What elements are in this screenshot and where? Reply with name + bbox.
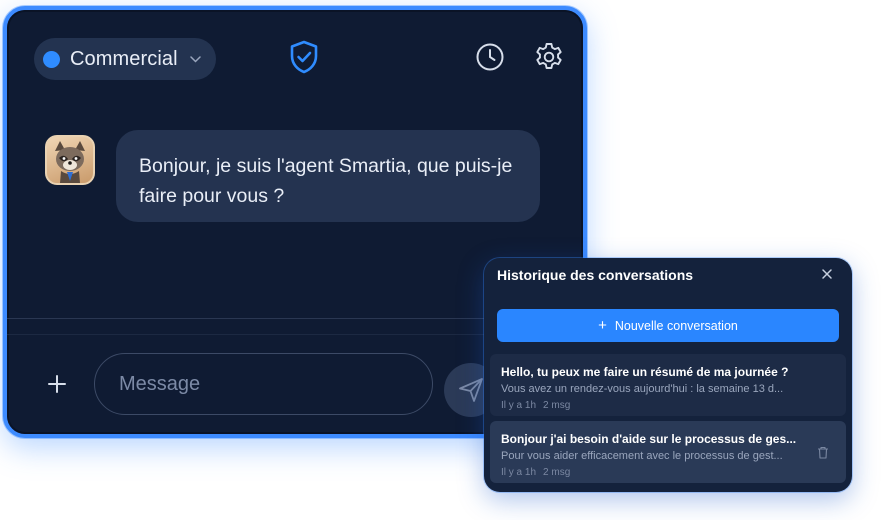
conversation-time: Il y a 1h <box>501 467 537 478</box>
conversation-count: 2 msg <box>543 467 571 478</box>
close-icon[interactable] <box>820 267 834 281</box>
agent-status-dot <box>43 50 60 68</box>
agent-selector[interactable]: Commercial <box>34 38 216 80</box>
conversation-preview: Pour vous aider efficacement avec le pro… <box>501 450 783 462</box>
message-input[interactable] <box>94 353 433 415</box>
agent-avatar <box>45 135 95 185</box>
new-conversation-button[interactable]: + Nouvelle conversation <box>497 309 839 342</box>
history-title: Historique des conversations <box>497 267 694 283</box>
agent-name: Commercial <box>70 47 178 70</box>
conversation-time: Il y a 1h <box>501 400 537 411</box>
plus-icon[interactable] <box>45 372 69 396</box>
shield-check-icon <box>290 40 318 74</box>
plus-icon: + <box>598 317 607 334</box>
conversation-count: 2 msg <box>543 400 571 411</box>
conversation-title: Hello, tu peux me faire un résumé de ma … <box>501 365 789 379</box>
chevron-down-icon <box>190 53 202 65</box>
conversation-preview: Vous avez un rendez-vous aujourd'hui : l… <box>501 383 784 395</box>
clock-icon[interactable] <box>475 42 505 72</box>
conversation-title: Bonjour j'ai besoin d'aide sur le proces… <box>501 432 797 446</box>
agent-message-bubble: Bonjour, je suis l'agent Smartia, que pu… <box>116 130 540 222</box>
history-panel: Historique des conversations + Nouvelle … <box>484 258 852 492</box>
conversation-item[interactable]: Bonjour j'ai besoin d'aide sur le proces… <box>490 421 846 483</box>
trash-icon[interactable] <box>817 446 829 459</box>
conversation-meta: Il y a 1h 2 msg <box>501 400 846 411</box>
new-conversation-label: Nouvelle conversation <box>614 318 738 333</box>
send-icon <box>459 378 483 402</box>
conversation-item[interactable]: Hello, tu peux me faire un résumé de ma … <box>490 354 846 416</box>
conversation-meta: Il y a 1h 2 msg <box>501 467 846 478</box>
gear-icon[interactable] <box>533 41 565 73</box>
